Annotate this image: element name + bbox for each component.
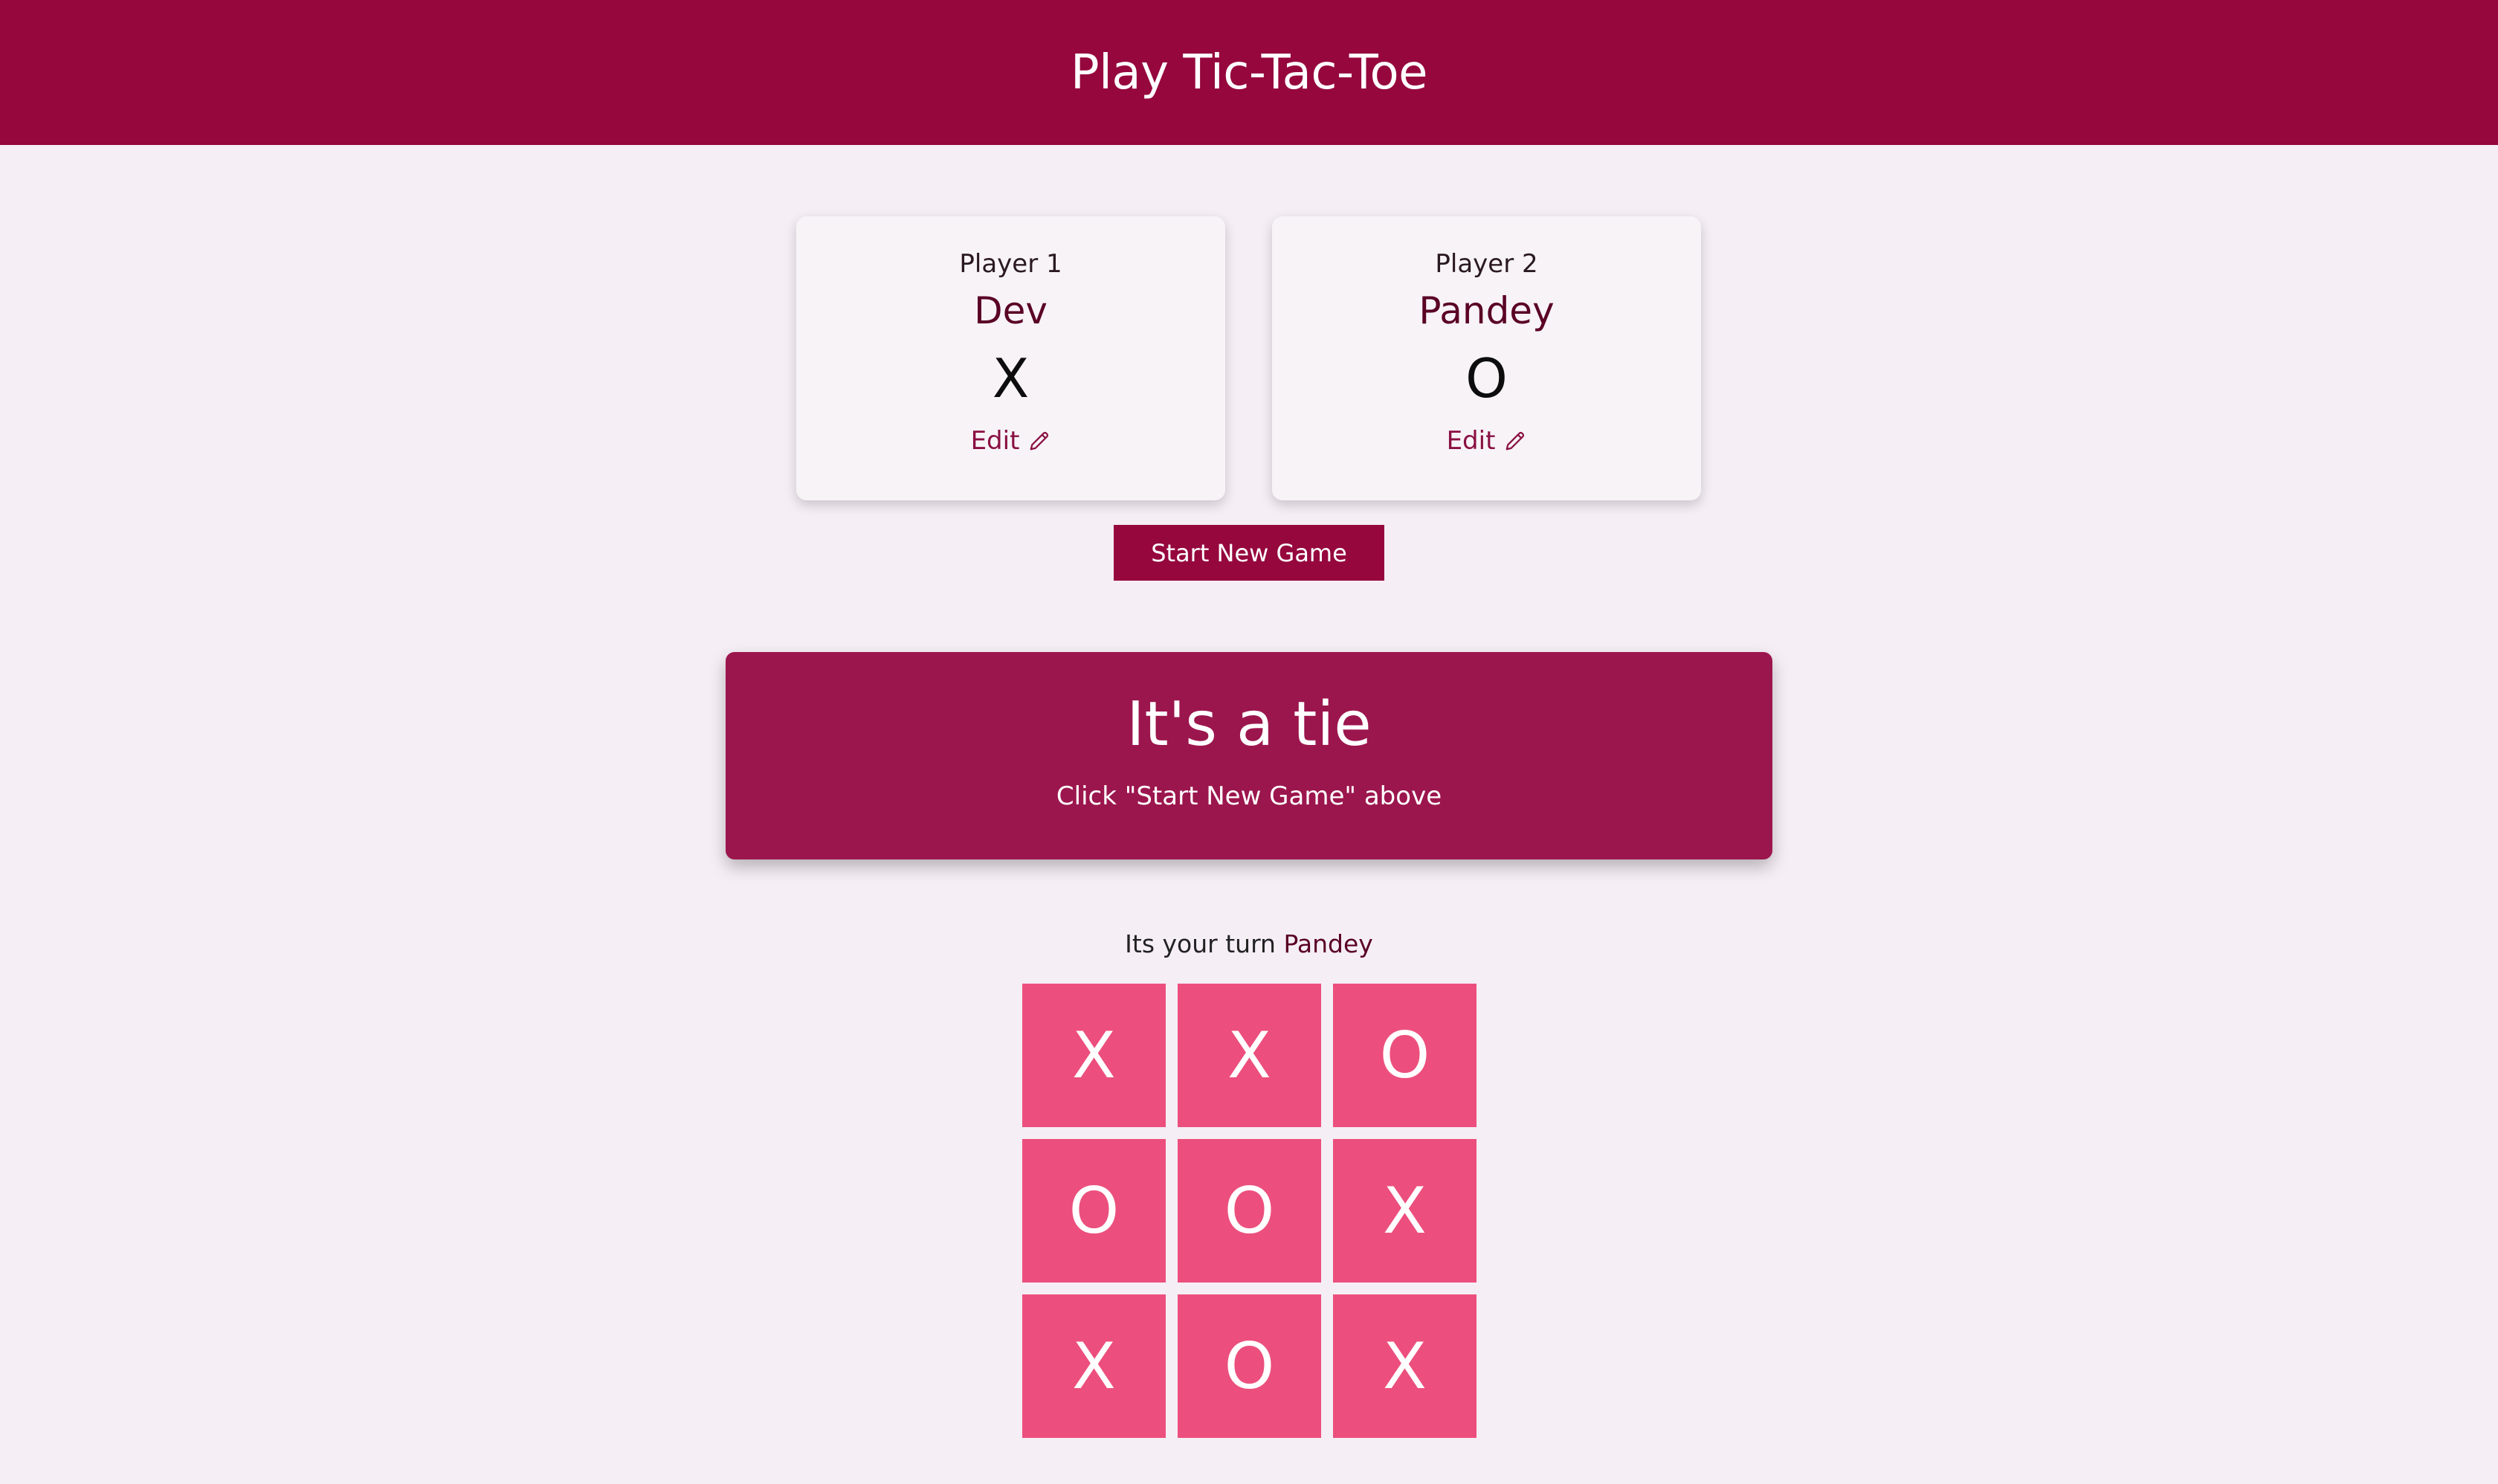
page-title: Play Tic-Tac-Toe	[1071, 45, 1428, 100]
pencil-icon	[1028, 430, 1050, 452]
player-2-edit-button[interactable]: Edit	[1272, 426, 1701, 456]
board-cell[interactable]: O	[1333, 984, 1476, 1127]
player-1-name: Dev	[974, 289, 1048, 332]
game-over-panel: It's a tie Click "Start New Game" above	[726, 652, 1772, 859]
active-player-name: Pandey	[1283, 929, 1373, 958]
board-cell[interactable]: O	[1178, 1139, 1321, 1283]
board-cell[interactable]: X	[1178, 984, 1321, 1127]
player-1-symbol: X	[992, 347, 1030, 410]
board-cell[interactable]: X	[1022, 1294, 1166, 1438]
game-board: X X O O O X X O X	[1022, 984, 1476, 1438]
player-1-card: Player 1 Dev X Edit	[796, 216, 1225, 500]
board-cell[interactable]: O	[1178, 1294, 1321, 1438]
player-2-role-label: Player 2	[1435, 249, 1538, 279]
edit-button-label: Edit	[1446, 426, 1496, 456]
board-cell[interactable]: X	[1022, 984, 1166, 1127]
player-2-name: Pandey	[1419, 289, 1555, 332]
board-cell[interactable]: X	[1333, 1294, 1476, 1438]
result-title: It's a tie	[1126, 689, 1372, 760]
board-cell[interactable]: X	[1333, 1139, 1476, 1283]
player-2-card: Player 2 Pandey O Edit	[1272, 216, 1701, 500]
edit-button-label: Edit	[970, 426, 1020, 456]
pencil-icon	[1504, 430, 1526, 452]
turn-prefix: Its your turn	[1125, 929, 1276, 958]
turn-indicator: Its your turn Pandey	[0, 929, 2498, 958]
result-subtitle: Click "Start New Game" above	[1056, 781, 1442, 811]
app-header: Play Tic-Tac-Toe	[0, 0, 2498, 145]
board-cell[interactable]: O	[1022, 1139, 1166, 1283]
player-1-edit-button[interactable]: Edit	[796, 426, 1225, 456]
start-new-game-button[interactable]: Start New Game	[1114, 525, 1384, 581]
player-2-symbol: O	[1465, 347, 1508, 410]
player-1-role-label: Player 1	[959, 249, 1062, 279]
